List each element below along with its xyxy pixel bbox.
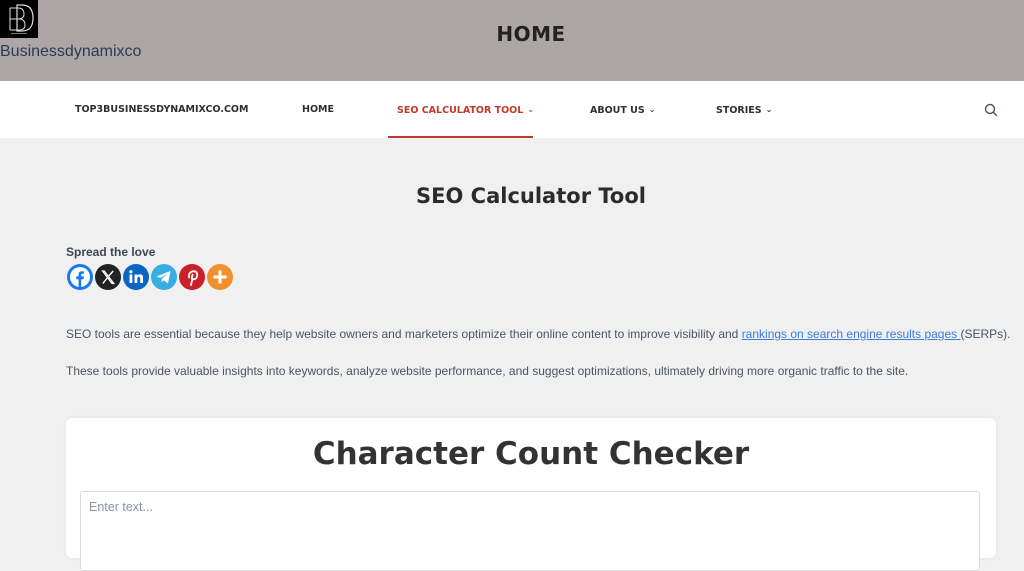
plus-icon: [213, 270, 227, 284]
x-share-button[interactable]: [95, 264, 121, 290]
nav-item-label: HOME: [302, 104, 334, 115]
nav-item-label: ABOUT US: [590, 105, 645, 116]
search-icon: [984, 103, 998, 117]
nav-item-label: TOP3BUSINESSDYNAMIXCO.COM: [75, 104, 249, 115]
more-share-button[interactable]: [207, 264, 233, 290]
chevron-down-icon: ⌄: [648, 105, 656, 114]
telegram-share-button[interactable]: [151, 264, 177, 290]
social-share-bar: [67, 264, 233, 290]
nav-item-about-us[interactable]: ABOUT US ⌄: [590, 81, 655, 138]
site-title: HOME: [496, 22, 566, 46]
linkedin-share-button[interactable]: [123, 264, 149, 290]
intro-paragraph: SEO tools are essential because they hel…: [66, 327, 1011, 341]
linkedin-icon: [129, 270, 143, 283]
text-input[interactable]: [80, 491, 980, 571]
nav-item-label: SEO CALCULATOR TOOL: [397, 105, 524, 116]
spread-the-love-label: Spread the love: [66, 245, 156, 259]
nav-item-home[interactable]: HOME: [302, 81, 334, 138]
chevron-down-icon: ⌄: [765, 105, 773, 114]
nav-item-stories[interactable]: STORIES ⌄: [716, 81, 772, 138]
character-count-checker-card: Character Count Checker: [66, 418, 996, 571]
site-header: Businessdynamixco HOME: [0, 0, 1024, 81]
tool-title: Character Count Checker: [312, 436, 750, 472]
facebook-icon: [70, 267, 90, 287]
pinterest-icon: [188, 270, 199, 286]
nav-item-label: STORIES: [716, 105, 762, 116]
intro-text-before: SEO tools are essential because they hel…: [66, 327, 742, 341]
search-button[interactable]: [984, 103, 998, 122]
nav-item-seo-calculator-tool[interactable]: SEO CALCULATOR TOOL ⌄: [397, 81, 534, 138]
nav-item-top3businessdynamixco[interactable]: TOP3BUSINESSDYNAMIXCO.COM: [75, 81, 248, 138]
x-icon: [101, 270, 116, 285]
intro-text-after: (SERPs).: [960, 327, 1011, 341]
facebook-share-button[interactable]: [67, 264, 93, 290]
pinterest-share-button[interactable]: [179, 264, 205, 290]
telegram-icon: [156, 271, 171, 284]
active-nav-indicator: [388, 136, 533, 138]
page-title: SEO Calculator Tool: [416, 184, 646, 208]
benefits-paragraph: These tools provide valuable insights in…: [66, 364, 909, 378]
chevron-down-icon: ⌄: [527, 105, 535, 114]
main-navigation: TOP3BUSINESSDYNAMIXCO.COM HOME SEO CALCU…: [0, 81, 1024, 138]
serp-rankings-link[interactable]: rankings on search engine results pages: [742, 327, 961, 341]
